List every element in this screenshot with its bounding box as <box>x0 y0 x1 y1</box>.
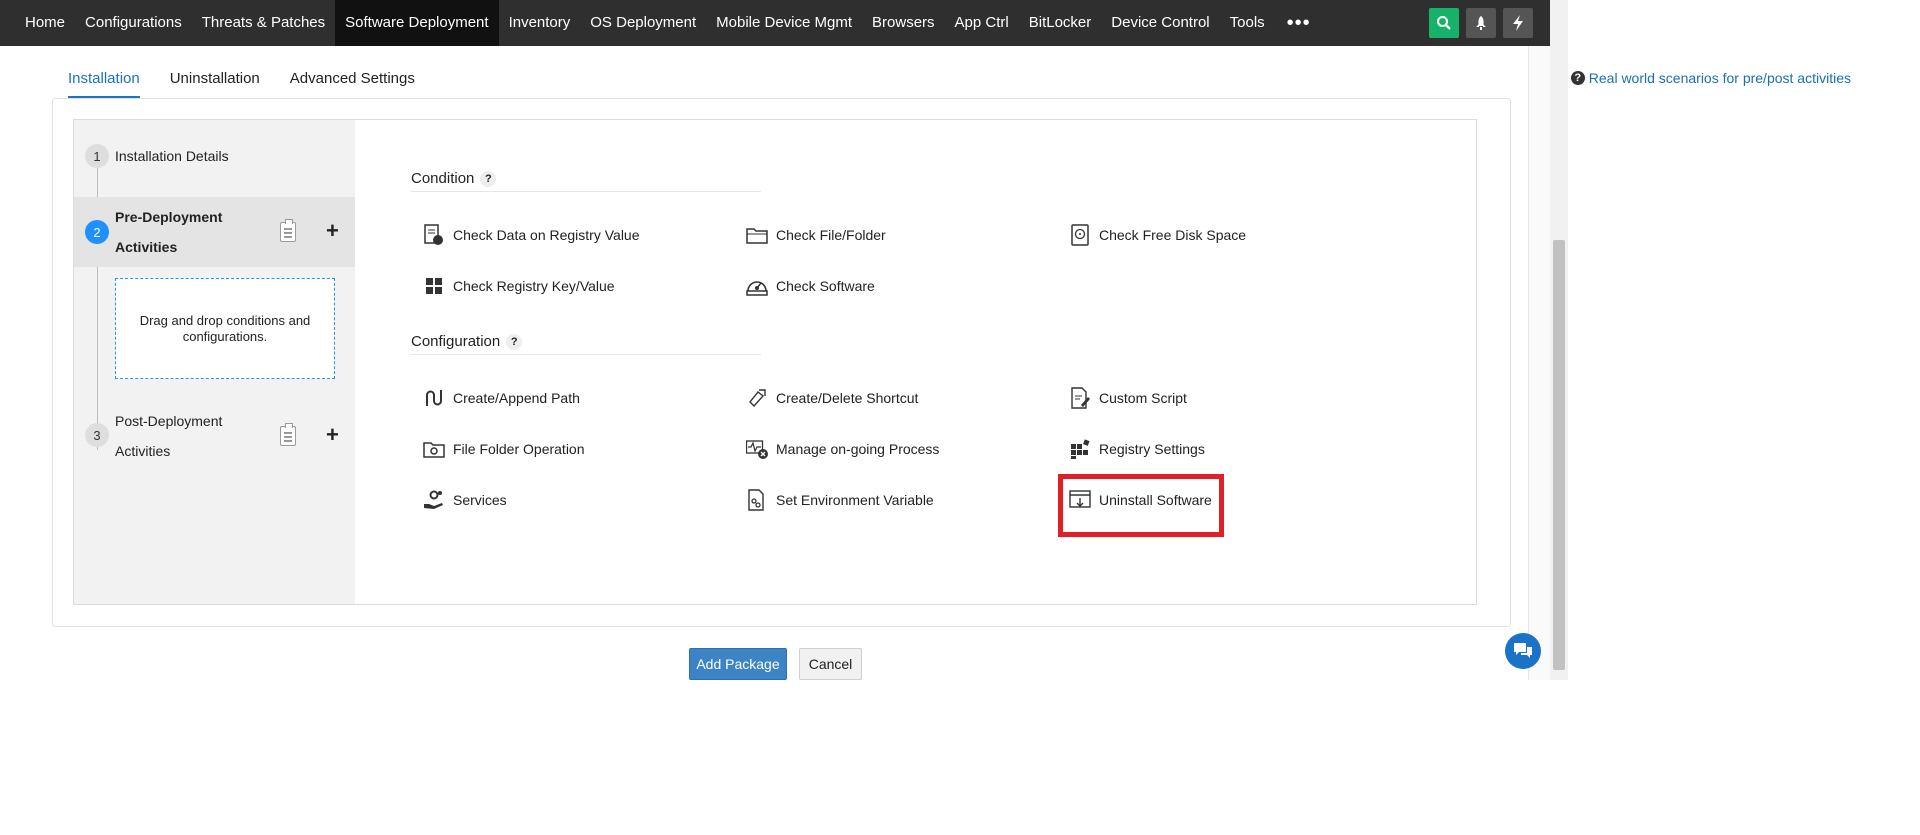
nav-tools[interactable]: Tools <box>1220 0 1275 46</box>
scenarios-link-text[interactable]: Real world scenarios for pre/post activi… <box>1589 70 1851 86</box>
env-variable-icon <box>746 489 768 511</box>
software-gauge-icon <box>746 275 768 297</box>
nav-threats-patches[interactable]: Threats & Patches <box>192 0 335 46</box>
item-label: Check Data on Registry Value <box>453 227 640 243</box>
config-manage-ongoing-process[interactable]: Manage on-going Process <box>746 436 939 462</box>
nav-bitlocker[interactable]: BitLocker <box>1019 0 1102 46</box>
item-label: Registry Settings <box>1099 441 1205 457</box>
page-gutter <box>1528 46 1550 680</box>
step-label-line2: Activities <box>115 239 178 255</box>
step-pre-deployment[interactable]: 2 Pre-Deployment Activities + <box>74 197 355 267</box>
windows-grid-icon <box>423 275 445 297</box>
item-label: Check File/Folder <box>776 227 886 243</box>
highlight-box <box>1058 474 1224 537</box>
config-set-environment-variable[interactable]: Set Environment Variable <box>746 487 934 513</box>
nav-os-deployment[interactable]: OS Deployment <box>580 0 706 46</box>
item-label: Services <box>453 492 507 508</box>
tab-uninstallation[interactable]: Uninstallation <box>170 66 260 98</box>
tab-installation[interactable]: Installation <box>68 66 140 98</box>
process-kill-icon <box>746 438 768 460</box>
folder-gear-icon <box>423 438 445 460</box>
item-label: Custom Script <box>1099 390 1187 406</box>
step-number: 1 <box>85 144 109 168</box>
tab-bar: Installation Uninstallation Advanced Set… <box>68 66 445 98</box>
add-activity-button[interactable]: + <box>326 220 339 242</box>
item-label: Check Software <box>776 278 875 294</box>
script-icon <box>1069 387 1091 409</box>
search-icon <box>1437 16 1451 30</box>
config-registry-settings[interactable]: Registry Settings <box>1069 436 1205 462</box>
condition-check-software[interactable]: Check Software <box>746 273 875 299</box>
item-label: Create/Delete Shortcut <box>776 390 919 406</box>
step-installation-details[interactable]: 1 Installation Details <box>74 141 355 171</box>
path-icon <box>423 387 445 409</box>
top-navigation-bar: Home Configurations Threats & Patches So… <box>0 0 1550 46</box>
quick-actions-button[interactable] <box>1503 8 1533 38</box>
rocket-icon <box>1476 16 1486 30</box>
condition-check-data-on-registry-value[interactable]: Check Data on Registry Value <box>423 222 640 248</box>
nav-configurations[interactable]: Configurations <box>75 0 192 46</box>
nav-mobile-device-mgmt[interactable]: Mobile Device Mgmt <box>706 0 862 46</box>
drop-zone-text: Drag and drop conditions and configurati… <box>139 312 311 344</box>
chat-icon <box>1514 643 1532 658</box>
condition-help-icon[interactable]: ? <box>480 170 497 187</box>
clipboard-icon[interactable] <box>280 423 296 446</box>
disk-icon <box>1069 224 1091 246</box>
step-label-line2: Activities <box>115 443 171 459</box>
configuration-title-text: Configuration <box>411 333 501 350</box>
configuration-section-title: Configuration ? <box>411 329 761 355</box>
condition-section-title: Condition ? <box>411 166 761 192</box>
more-dots-icon[interactable]: ••• <box>1275 0 1323 46</box>
help-icon: ? <box>1570 71 1585 85</box>
config-create-delete-shortcut[interactable]: Create/Delete Shortcut <box>746 385 918 411</box>
configuration-help-icon[interactable]: ? <box>506 333 523 350</box>
search-button[interactable] <box>1429 8 1459 38</box>
cancel-button[interactable]: Cancel <box>799 648 862 680</box>
services-hand-gear-icon <box>423 489 445 511</box>
nav-inventory[interactable]: Inventory <box>499 0 581 46</box>
add-package-button[interactable]: Add Package <box>689 648 787 680</box>
config-custom-script[interactable]: Custom Script <box>1069 385 1187 411</box>
shortcut-icon <box>746 387 768 409</box>
condition-check-registry-key-value[interactable]: Check Registry Key/Value <box>423 273 615 299</box>
item-label: Check Free Disk Space <box>1099 227 1247 243</box>
registry-value-icon <box>423 224 445 246</box>
lightning-icon <box>1513 15 1523 31</box>
item-label: Check Registry Key/Value <box>453 278 615 294</box>
condition-check-file-folder[interactable]: Check File/Folder <box>746 222 886 248</box>
condition-title-text: Condition <box>411 170 475 187</box>
nav-app-ctrl[interactable]: App Ctrl <box>945 0 1019 46</box>
scrollbar-thumb[interactable] <box>1553 240 1565 670</box>
tab-advanced-settings[interactable]: Advanced Settings <box>290 66 415 98</box>
step-number: 2 <box>85 220 109 244</box>
chat-button[interactable] <box>1505 633 1541 669</box>
add-activity-button[interactable]: + <box>326 424 339 446</box>
item-label: Create/Append Path <box>453 390 580 406</box>
drop-zone[interactable]: Drag and drop conditions and configurati… <box>115 278 335 379</box>
nav-software-deployment[interactable]: Software Deployment <box>335 0 499 46</box>
folder-icon <box>746 224 768 246</box>
registry-blocks-icon <box>1069 438 1091 460</box>
vertical-scrollbar[interactable] <box>1550 0 1568 680</box>
step-number: 3 <box>85 423 109 447</box>
quick-launch-button[interactable] <box>1466 8 1496 38</box>
scenarios-help-link[interactable]: ? Real world scenarios for pre/post acti… <box>1570 70 1851 86</box>
nav-home[interactable]: Home <box>15 0 75 46</box>
nav-device-control[interactable]: Device Control <box>1101 0 1219 46</box>
nav-browsers[interactable]: Browsers <box>862 0 945 46</box>
item-label: File Folder Operation <box>453 441 585 457</box>
step-label-line1: Post-Deployment <box>115 413 223 429</box>
config-services[interactable]: Services <box>423 487 507 513</box>
step-label: Installation Details <box>115 148 229 164</box>
config-create-append-path[interactable]: Create/Append Path <box>423 385 580 411</box>
clipboard-icon[interactable] <box>280 219 296 242</box>
item-label: Set Environment Variable <box>776 492 934 508</box>
item-label: Manage on-going Process <box>776 441 940 457</box>
condition-check-free-disk-space[interactable]: Check Free Disk Space <box>1069 222 1246 248</box>
config-file-folder-operation[interactable]: File Folder Operation <box>423 436 585 462</box>
step-post-deployment[interactable]: 3 Post-Deployment Activities + <box>74 406 355 466</box>
step-label-line1: Pre-Deployment <box>115 209 223 225</box>
